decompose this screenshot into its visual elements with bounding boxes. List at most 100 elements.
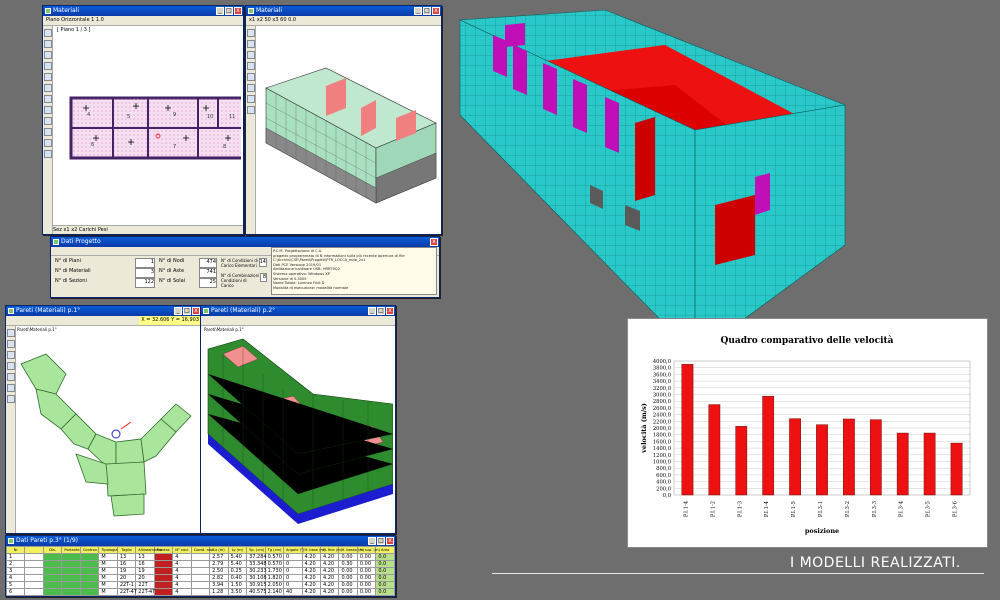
table-cell[interactable]: 30.915 [246, 581, 267, 589]
table-cell[interactable] [153, 560, 174, 568]
layer-tool-icon[interactable] [6, 395, 15, 403]
table-cell[interactable]: 0.25 [227, 567, 248, 575]
col-header[interactable]: H. fine (m) [319, 546, 342, 554]
table-cell[interactable]: 2.57 [209, 553, 229, 561]
table-cell[interactable]: 4.20 [319, 553, 340, 561]
sections-count-value[interactable]: 122 [135, 278, 155, 288]
info-tool-icon[interactable] [6, 351, 15, 359]
table-cell[interactable]: 4.20 [319, 574, 340, 582]
col-header[interactable]: Portante [61, 546, 81, 554]
table-cell[interactable] [153, 588, 174, 596]
materials-count-value[interactable]: 3 [135, 268, 155, 278]
table-cell[interactable] [24, 588, 44, 596]
table-cell[interactable] [42, 588, 63, 596]
minimize-button[interactable]: _ [174, 307, 182, 315]
zoom-tool-icon[interactable] [6, 362, 15, 370]
table-cell[interactable] [42, 567, 63, 575]
table-cell[interactable]: 2.82 [209, 574, 229, 582]
table-cell[interactable]: 2.050 [264, 581, 285, 589]
table-cell[interactable] [61, 588, 81, 596]
wall-tool-icon[interactable] [6, 340, 15, 348]
table-cell[interactable]: 30.233 [246, 567, 267, 575]
table-cell[interactable]: 3.94 [209, 581, 229, 589]
walls-table-window[interactable]: Dati Pareti p.3° (1/9) _ □ x Nr Dis. Porta… [5, 535, 396, 597]
table-cell[interactable]: 2 [6, 560, 26, 568]
maximize-button[interactable]: □ [423, 7, 431, 15]
table-cell[interactable]: 22T-4T [135, 588, 155, 596]
table-cell[interactable]: 0.00 [338, 581, 358, 589]
table-cell[interactable] [153, 553, 174, 561]
plan-window-titlebar[interactable]: Materiali _ □ x [43, 6, 243, 16]
table-cell[interactable]: 5 [6, 581, 26, 589]
table-cell[interactable]: 0.00 [338, 567, 358, 575]
table-cell[interactable]: 0.0 [375, 567, 395, 575]
table-cell[interactable] [61, 553, 81, 561]
table-cell[interactable]: M [98, 553, 118, 561]
walls-plan-vertical-toolbar[interactable] [6, 326, 16, 533]
table-cell[interactable]: 4.20 [301, 553, 321, 561]
table-row[interactable]: 4 M 20 20 4 2.82 0.40 30.108 1.820 0 4.20 4.20 0.00 0… [6, 574, 395, 582]
col-header[interactable]: Lx (m) [209, 546, 229, 554]
table-cell[interactable]: 0 [283, 574, 303, 582]
maximize-button[interactable]: □ [183, 307, 191, 315]
table-cell[interactable]: 0.570 [264, 560, 285, 568]
table-cell[interactable] [24, 581, 44, 589]
table-cell[interactable]: 4.20 [319, 588, 340, 596]
table-cell[interactable] [61, 560, 81, 568]
table-cell[interactable]: 4 [172, 553, 192, 561]
table-cell[interactable] [61, 574, 81, 582]
project-data-window[interactable]: Dati Progetto x N° di Piani 1 N° di Mater… [50, 236, 440, 298]
slabs-count-value[interactable]: 25 [199, 278, 217, 288]
col-header[interactable]: H. sup. (m) [356, 546, 380, 554]
minimize-button[interactable]: _ [368, 537, 376, 545]
table-cell[interactable] [153, 567, 174, 575]
col-header[interactable]: Angolo (°) [283, 546, 304, 554]
table-cell[interactable]: 3 [6, 567, 26, 575]
model3d-vertical-toolbar[interactable] [246, 26, 256, 234]
pan-tool-icon[interactable] [43, 117, 52, 125]
close-button[interactable]: x [234, 7, 242, 15]
walls-plan-window[interactable]: Pareti (Materiali) p.1° _ □ x X = 32.606 Y… [5, 305, 202, 534]
table-cell[interactable]: 19 [116, 567, 137, 575]
table-cell[interactable]: 5.40 [227, 553, 248, 561]
table-cell[interactable] [24, 567, 44, 575]
col-header[interactable]: Fondaz. [153, 546, 174, 554]
maximize-button[interactable]: □ [377, 537, 385, 545]
table-cell[interactable]: 4.20 [301, 560, 321, 568]
table-cell[interactable]: 4 [172, 567, 192, 575]
minimize-button[interactable]: _ [216, 7, 224, 15]
table-cell[interactable]: 0.00 [356, 553, 377, 561]
table-row[interactable]: 5 M 22T-1 22T 4 3.94 1.50 30.915 2.050 0 4.20 4.20 0… [6, 581, 395, 589]
table-cell[interactable] [190, 588, 211, 596]
table-cell[interactable]: M [98, 588, 118, 596]
table-cell[interactable]: M [98, 581, 118, 589]
col-header[interactable]: Ly (m) [227, 546, 248, 554]
close-button[interactable]: x [430, 238, 438, 246]
table-cell[interactable] [61, 567, 81, 575]
view-tool-icon[interactable] [246, 62, 255, 70]
walls-table-titlebar[interactable]: Dati Pareti p.3° (1/9) _ □ x [6, 536, 395, 546]
table-cell[interactable]: 0.00 [356, 560, 377, 568]
table-cell[interactable]: 40.575 [246, 588, 267, 596]
move-tool-icon[interactable] [43, 40, 52, 48]
table-cell[interactable]: M [98, 567, 118, 575]
table-cell[interactable]: 0.40 [227, 574, 248, 582]
mesh-model-3d[interactable] [455, 5, 850, 360]
table-cell[interactable] [79, 581, 100, 589]
layer-tool-icon[interactable] [43, 139, 52, 147]
close-button[interactable]: x [386, 537, 394, 545]
table-cell[interactable]: 2.50 [209, 567, 229, 575]
walls-3d-toolbar[interactable] [201, 316, 395, 326]
close-button[interactable]: x [192, 307, 200, 315]
rotate-tool-icon[interactable] [246, 29, 255, 37]
grid-tool-icon[interactable] [6, 384, 15, 392]
table-cell[interactable]: 0.30 [338, 560, 358, 568]
col-header[interactable]: Coord. nodi [190, 546, 214, 554]
table-cell[interactable]: 2.79 [209, 560, 229, 568]
floor-plan-drawing[interactable]: 4 5 9 10 11 6 7 8 [53, 38, 241, 223]
walls-plan-toolbar[interactable]: X = 32.606 Y = 16.903 [6, 316, 201, 326]
load-conditions-value[interactable]: 14 [258, 258, 267, 267]
minimize-button[interactable]: _ [414, 7, 422, 15]
table-cell[interactable]: 0.0 [375, 560, 395, 568]
table-cell[interactable]: 4.20 [301, 588, 321, 596]
